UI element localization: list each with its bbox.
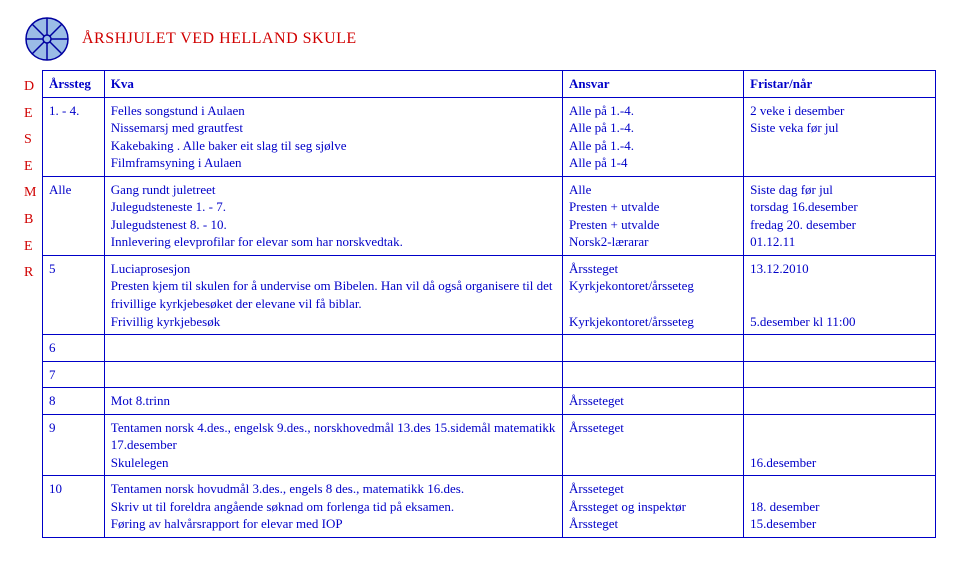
cell-c2: Gang rundt juletreet Julegudsteneste 1. … <box>104 176 562 255</box>
cell-c3: Årsseteget <box>563 388 744 415</box>
cell-c2: Mot 8.trinn <box>104 388 562 415</box>
table-row: 10Tentamen norsk hovudmål 3.des., engels… <box>43 476 936 538</box>
cell-c1: 8 <box>43 388 105 415</box>
cell-c2: Tentamen norsk 4.des., engelsk 9.des., n… <box>104 414 562 476</box>
cell-c3: Årsseteget <box>563 414 744 476</box>
header: ÅRSHJULET VED HELLAND SKULE <box>24 16 936 62</box>
cell-c2 <box>104 335 562 362</box>
cell-c4 <box>744 335 936 362</box>
schedule-table: Årssteg Kva Ansvar Fristar/når 1. - 4.Fe… <box>42 70 936 538</box>
col-kva: Kva <box>104 71 562 98</box>
rail-letter: E <box>24 101 42 128</box>
cell-c1: 5 <box>43 255 105 334</box>
cell-c1: 10 <box>43 476 105 538</box>
table-row: AlleGang rundt juletreet Julegudsteneste… <box>43 176 936 255</box>
cell-c3 <box>563 335 744 362</box>
col-ansvar: Ansvar <box>563 71 744 98</box>
cell-c2: Felles songstund i Aulaen Nissemarsj med… <box>104 97 562 176</box>
cell-c1: 9 <box>43 414 105 476</box>
rail-letter: M <box>24 180 42 207</box>
cell-c2: Tentamen norsk hovudmål 3.des., engels 8… <box>104 476 562 538</box>
table-row: 9Tentamen norsk 4.des., engelsk 9.des., … <box>43 414 936 476</box>
cell-c4: 13.12.2010 5.desember kl 11:00 <box>744 255 936 334</box>
cell-c4: 18. desember 15.desember <box>744 476 936 538</box>
col-fristar: Fristar/når <box>744 71 936 98</box>
cell-c3: Alle Presten + utvalde Presten + utvalde… <box>563 176 744 255</box>
wheel-icon <box>24 16 70 62</box>
col-aarssteg: Årssteg <box>43 71 105 98</box>
rail-letter: D <box>24 74 42 101</box>
table-row: 7 <box>43 361 936 388</box>
cell-c3: Alle på 1.-4. Alle på 1.-4. Alle på 1.-4… <box>563 97 744 176</box>
rail-letter: B <box>24 207 42 234</box>
rail-letter: E <box>24 154 42 181</box>
cell-c4 <box>744 388 936 415</box>
cell-c1: 6 <box>43 335 105 362</box>
cell-c1: Alle <box>43 176 105 255</box>
cell-c4: 2 veke i desember Siste veka før jul <box>744 97 936 176</box>
rail-letter: E <box>24 234 42 261</box>
table-row: 6 <box>43 335 936 362</box>
table-row: 8Mot 8.trinnÅrsseteget <box>43 388 936 415</box>
rail-letter: R <box>24 260 42 287</box>
table-row: 5Luciaprosesjon Presten kjem til skulen … <box>43 255 936 334</box>
cell-c3: Årssteget Kyrkjekontoret/årsseteg Kyrkje… <box>563 255 744 334</box>
cell-c3 <box>563 361 744 388</box>
cell-c4: Siste dag før jul torsdag 16.desember fr… <box>744 176 936 255</box>
page-title: ÅRSHJULET VED HELLAND SKULE <box>82 30 357 48</box>
cell-c2 <box>104 361 562 388</box>
cell-c4: 16.desember <box>744 414 936 476</box>
table-header-row: Årssteg Kva Ansvar Fristar/når <box>43 71 936 98</box>
rail-letter: S <box>24 127 42 154</box>
cell-c2: Luciaprosesjon Presten kjem til skulen f… <box>104 255 562 334</box>
cell-c1: 7 <box>43 361 105 388</box>
cell-c1: 1. - 4. <box>43 97 105 176</box>
table-row: 1. - 4.Felles songstund i Aulaen Nissema… <box>43 97 936 176</box>
cell-c3: Årsseteget Årssteget og inspektør Årsste… <box>563 476 744 538</box>
cell-c4 <box>744 361 936 388</box>
month-rail: D E S E M B E R <box>24 70 42 287</box>
